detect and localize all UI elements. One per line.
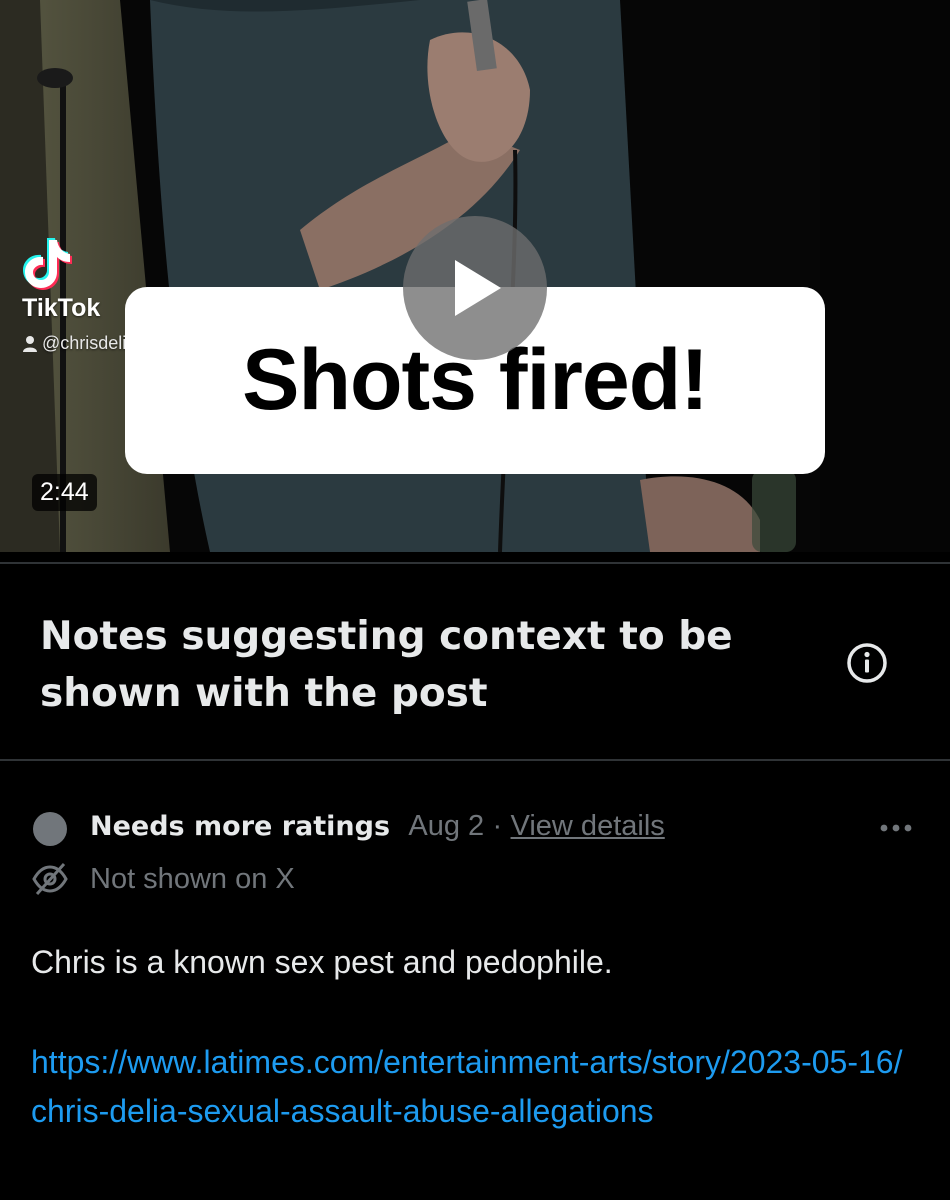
video-player[interactable]: TikTok @chrisdelia Shots fired! 2:44 [0, 0, 950, 552]
eye-slash-icon [32, 862, 68, 896]
tiktok-wordmark: TikTok [22, 294, 101, 322]
tiktok-handle: @chrisdelia [22, 333, 136, 354]
note-body: Chris is a known sex pest and pedophile. [31, 944, 613, 980]
note-status-row: Needs more ratings Aug 2 · View details [90, 806, 665, 847]
divider [0, 562, 950, 564]
source-link[interactable]: https://www.latimes.com/entertainment-ar… [31, 1038, 911, 1136]
person-icon [23, 335, 37, 352]
more-options-icon[interactable] [876, 818, 916, 838]
note-date: Aug 2 [408, 810, 485, 842]
note-separator: · [492, 810, 503, 842]
page: TikTok @chrisdelia Shots fired! 2:44 Not… [0, 0, 950, 1200]
note-visibility: Not shown on X [90, 863, 295, 895]
view-details-link[interactable]: View details [511, 810, 665, 842]
play-icon [455, 260, 501, 316]
info-icon[interactable] [846, 642, 888, 684]
play-button[interactable] [403, 216, 547, 360]
tiktok-icon [23, 238, 72, 290]
tiktok-handle-text: @chrisdelia [42, 333, 137, 353]
video-duration: 2:44 [32, 474, 97, 511]
tiktok-logo: TikTok [22, 236, 100, 323]
divider [0, 759, 950, 761]
note-status: Needs more ratings [90, 811, 391, 842]
status-indicator-dot [33, 812, 67, 846]
notes-section-title: Notes suggesting context to be shown wit… [40, 614, 733, 716]
